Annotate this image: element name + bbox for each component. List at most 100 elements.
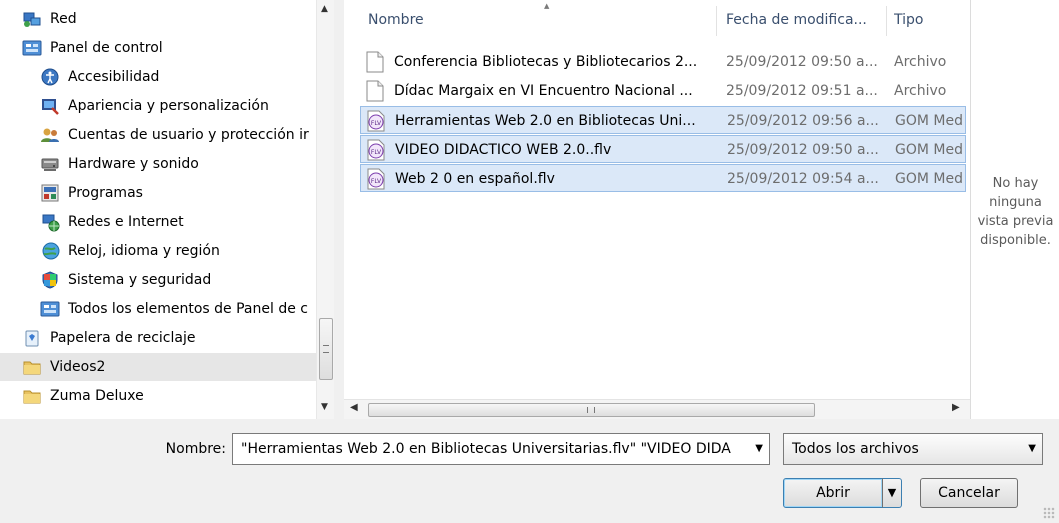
tree-item-label: Red bbox=[50, 11, 77, 27]
file-row[interactable]: Dídac Margaix en VI Encuentro Nacional .… bbox=[360, 77, 966, 105]
tree-item-label: Zuma Deluxe bbox=[50, 388, 144, 404]
svg-text:FLV: FLV bbox=[371, 120, 382, 127]
grip-icon bbox=[587, 407, 595, 413]
file-type-cell: GOM Med bbox=[895, 171, 963, 187]
flv-file-icon: FLV bbox=[367, 139, 385, 161]
file-type-filter-value[interactable]: Todos los archivos bbox=[792, 441, 919, 457]
file-date-cell: 25/09/2012 09:50 a... bbox=[727, 142, 879, 158]
tree-item[interactable]: Zuma Deluxe bbox=[0, 382, 144, 410]
tree-item[interactable]: Redes e Internet bbox=[0, 208, 184, 236]
navigation-tree[interactable]: Red Panel de control Accesibilidad Aparienc… bbox=[0, 0, 316, 419]
network-icon bbox=[22, 9, 42, 29]
clock-region-icon bbox=[40, 241, 60, 261]
file-name-cell: Dídac Margaix en VI Encuentro Nacional .… bbox=[394, 83, 693, 99]
scroll-up-arrow-icon[interactable]: ▲ bbox=[321, 4, 328, 14]
cancel-button[interactable]: Cancelar bbox=[920, 478, 1018, 508]
tree-item[interactable]: Accesibilidad bbox=[0, 63, 159, 91]
column-separator[interactable] bbox=[886, 6, 887, 36]
file-name-cell: Web 2 0 en español.flv bbox=[395, 171, 555, 187]
tree-item-label: Sistema y seguridad bbox=[68, 272, 212, 288]
tree-item[interactable]: Hardware y sonido bbox=[0, 150, 199, 178]
tree-item[interactable]: Apariencia y personalización bbox=[0, 92, 269, 120]
column-header-date[interactable]: Fecha de modifica... bbox=[726, 0, 886, 40]
preview-line: disponible. bbox=[980, 233, 1051, 248]
file-name-cell: Herramientas Web 2.0 en Bibliotecas Uni.… bbox=[395, 113, 696, 129]
file-list-horizontal-scrollbar[interactable]: ◀ ▶ bbox=[344, 399, 970, 419]
scroll-right-arrow-icon[interactable]: ▶ bbox=[952, 402, 960, 413]
preview-pane: No hay ninguna vista previa disponible. bbox=[970, 0, 1059, 419]
grip-icon bbox=[323, 345, 329, 353]
resize-grip-icon[interactable] bbox=[1043, 507, 1055, 519]
blank-file-icon bbox=[366, 80, 384, 102]
svg-text:FLV: FLV bbox=[371, 149, 382, 156]
tree-item-label: Programas bbox=[68, 185, 143, 201]
dropdown-arrow-icon[interactable]: ▼ bbox=[1028, 434, 1036, 464]
file-date-cell: 25/09/2012 09:51 a... bbox=[726, 83, 878, 99]
file-name-value[interactable]: "Herramientas Web 2.0 en Bibliotecas Uni… bbox=[241, 441, 731, 457]
tree-item-label: Videos2 bbox=[50, 359, 106, 375]
tree-item[interactable]: Reloj, idioma y región bbox=[0, 237, 220, 265]
file-name-combobox[interactable]: "Herramientas Web 2.0 en Bibliotecas Uni… bbox=[232, 433, 770, 465]
tree-item[interactable]: Sistema y seguridad bbox=[0, 266, 211, 294]
recycle-bin-icon bbox=[22, 328, 42, 348]
tree-item-label: Redes e Internet bbox=[68, 214, 184, 230]
scroll-left-arrow-icon[interactable]: ◀ bbox=[350, 402, 358, 413]
preview-line: ninguna bbox=[989, 195, 1042, 210]
no-preview-message: No hay ninguna vista previa disponible. bbox=[971, 174, 1059, 250]
tree-item[interactable]: Panel de control bbox=[0, 34, 163, 62]
programs-icon bbox=[40, 183, 60, 203]
tree-item[interactable]: Programas bbox=[0, 179, 143, 207]
all-control-panel-icon bbox=[40, 299, 60, 319]
tree-item[interactable]: Todos los elementos de Panel de c bbox=[0, 295, 308, 323]
open-options-arrow-icon[interactable]: ▼ bbox=[882, 478, 902, 508]
folder-icon bbox=[22, 357, 42, 377]
tree-item-label: Cuentas de usuario y protección ir bbox=[68, 127, 309, 143]
file-name-cell: VIDEO DIDACTICO WEB 2.0..flv bbox=[395, 142, 612, 158]
file-type-cell: Archivo bbox=[894, 83, 947, 99]
tree-item-label: Hardware y sonido bbox=[68, 156, 199, 172]
file-type-cell: Archivo bbox=[894, 54, 947, 70]
file-type-cell: GOM Med bbox=[895, 113, 963, 129]
user-accounts-icon bbox=[40, 125, 60, 145]
scroll-down-arrow-icon[interactable]: ▼ bbox=[321, 402, 328, 412]
system-security-icon bbox=[40, 270, 60, 290]
tree-item-label: Panel de control bbox=[50, 40, 163, 56]
tree-item-label: Todos los elementos de Panel de c bbox=[68, 301, 308, 317]
file-list[interactable]: ▲ Nombre Fecha de modifica... Tipo Confe… bbox=[344, 0, 970, 419]
tree-item[interactable]: Red bbox=[0, 5, 77, 33]
file-row[interactable]: FLV Herramientas Web 2.0 en Bibliotecas U… bbox=[360, 106, 966, 134]
tree-item-label: Reloj, idioma y región bbox=[68, 243, 220, 259]
tree-item[interactable]: Cuentas de usuario y protección ir bbox=[0, 121, 309, 149]
file-name-cell: Conferencia Bibliotecas y Bibliotecarios… bbox=[394, 54, 698, 70]
file-row[interactable]: FLV VIDEO DIDACTICO WEB 2.0..flv 25/09/201… bbox=[360, 135, 966, 163]
file-row[interactable]: FLV Web 2 0 en español.flv 25/09/2012 09:5… bbox=[360, 164, 966, 192]
tree-vertical-scrollbar[interactable]: ▲ ▼ bbox=[316, 0, 334, 419]
folder-icon bbox=[22, 386, 42, 406]
control-panel-icon bbox=[22, 38, 42, 58]
file-date-cell: 25/09/2012 09:54 a... bbox=[727, 171, 879, 187]
file-type-cell: GOM Med bbox=[895, 142, 963, 158]
blank-file-icon bbox=[366, 51, 384, 73]
file-date-cell: 25/09/2012 09:56 a... bbox=[727, 113, 879, 129]
preview-line: No hay bbox=[992, 176, 1039, 191]
flv-file-icon: FLV bbox=[367, 168, 385, 190]
column-header-type[interactable]: Tipo bbox=[894, 0, 970, 40]
svg-text:FLV: FLV bbox=[371, 178, 382, 185]
flv-file-icon: FLV bbox=[367, 110, 385, 132]
tree-item-label: Papelera de reciclaje bbox=[50, 330, 196, 346]
file-list-scroll-thumb[interactable] bbox=[368, 403, 815, 417]
tree-item[interactable]: Papelera de reciclaje bbox=[0, 324, 195, 352]
column-separator[interactable] bbox=[716, 6, 717, 36]
column-header-name[interactable]: Nombre bbox=[368, 0, 718, 40]
appearance-icon bbox=[40, 96, 60, 116]
preview-line: vista previa bbox=[977, 214, 1054, 229]
file-name-label: Nombre: bbox=[165, 441, 226, 457]
tree-scroll-thumb[interactable] bbox=[319, 318, 333, 380]
tree-item-label: Apariencia y personalización bbox=[68, 98, 269, 114]
tree-item[interactable]: Videos2 bbox=[0, 353, 316, 381]
open-button[interactable]: Abrir bbox=[783, 478, 883, 508]
network-internet-icon bbox=[40, 212, 60, 232]
dropdown-arrow-icon[interactable]: ▼ bbox=[755, 434, 763, 464]
file-row[interactable]: Conferencia Bibliotecas y Bibliotecarios… bbox=[360, 48, 966, 76]
file-type-filter-select[interactable]: Todos los archivos ▼ bbox=[783, 433, 1043, 465]
